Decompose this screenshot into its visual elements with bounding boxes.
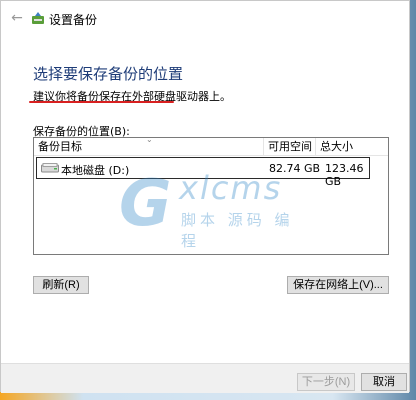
drive-free-space: 82.74 GB (269, 162, 321, 175)
title-bar: ← 设置备份 (1, 1, 409, 35)
red-underline-annotation (29, 101, 174, 103)
refresh-button[interactable]: 刷新(R) (33, 276, 89, 294)
back-arrow-icon[interactable]: ← (9, 10, 25, 26)
drive-total-size: 123.46 GB (325, 162, 364, 188)
sort-chevron-icon: ⌄ (146, 135, 153, 144)
list-header: 备份目标 可用空间 总大小 ⌄ (34, 135, 390, 156)
column-header-total-size[interactable]: 总大小 (316, 138, 390, 156)
column-header-free-space[interactable]: 可用空间 (264, 138, 316, 156)
backup-app-icon (32, 12, 44, 24)
page-heading: 选择要保存备份的位置 (33, 65, 184, 83)
hard-drive-icon (41, 163, 59, 173)
save-on-network-button[interactable]: 保存在网络上(V)... (287, 276, 389, 294)
drive-name: 本地磁盘 (D:) (61, 164, 130, 177)
cancel-button[interactable]: 取消 (361, 373, 407, 391)
backup-settings-window: ← 设置备份 选择要保存备份的位置 建议你将备份保存在外部硬盘驱动器上。 保存备… (0, 0, 410, 393)
list-item[interactable]: 本地磁盘 (D:) 82.74 GB 123.46 GB (36, 157, 370, 188)
window-title: 设置备份 (49, 13, 98, 27)
next-button[interactable]: 下一步(N) (297, 373, 355, 391)
backup-location-list[interactable]: 备份目标 可用空间 总大小 ⌄ 本地磁盘 (D:) 82.74 GB 123.4… (33, 135, 390, 255)
